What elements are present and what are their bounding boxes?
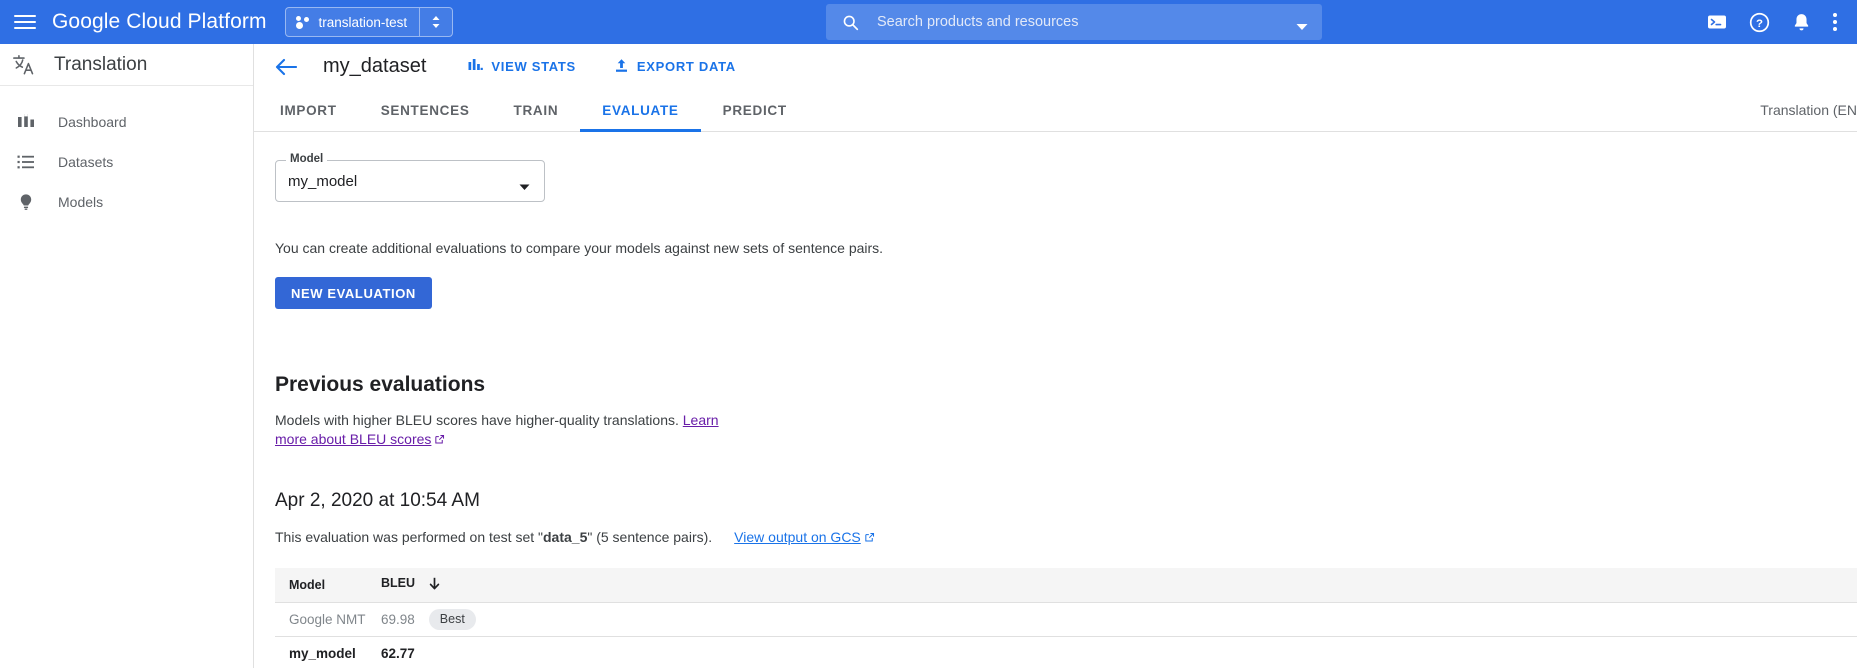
more-options-icon[interactable] <box>1833 13 1837 31</box>
tab-train[interactable]: TRAIN <box>492 89 581 131</box>
table-body: Google NMT 69.98 Best my_model 62.77 <box>275 602 1857 668</box>
gcp-brand-title: Google Cloud Platform <box>52 10 267 34</box>
sidebar-item-dashboard[interactable]: Dashboard <box>0 102 253 142</box>
external-link-icon <box>434 431 445 450</box>
evaluation-results-table: Model BLEU Google NMT 69.98 Bes <box>275 568 1857 668</box>
column-header-bleu[interactable]: BLEU <box>367 568 1857 602</box>
sidebar-item-datasets[interactable]: Datasets <box>0 142 253 182</box>
view-stats-label: VIEW STATS <box>491 59 576 74</box>
page-header: my_dataset VIEW STATS EXPORT DATA <box>254 44 1857 89</box>
export-data-button[interactable]: EXPORT DATA <box>614 58 736 76</box>
tab-sentences[interactable]: SENTENCES <box>359 89 492 131</box>
list-icon <box>14 153 38 171</box>
main-content: my_dataset VIEW STATS EXPORT DATA IMPORT… <box>254 44 1857 668</box>
search-bar[interactable]: Search products and resources <box>826 4 1322 40</box>
evaluation-note: This evaluation was performed on test se… <box>275 529 1857 546</box>
help-icon[interactable]: ? <box>1749 12 1770 33</box>
view-stats-button[interactable]: VIEW STATS <box>468 58 576 75</box>
evaluation-note-suffix: " (5 sentence pairs). <box>587 529 712 545</box>
project-switch-icon[interactable] <box>420 8 452 36</box>
tab-evaluate[interactable]: EVALUATE <box>580 89 700 131</box>
upload-icon <box>614 58 629 76</box>
evaluation-date: Apr 2, 2020 at 10:54 AM <box>275 490 1857 512</box>
sidebar-title: Translation <box>54 54 147 76</box>
cell-bleu: 62.77 <box>367 636 1857 668</box>
view-output-gcs-link[interactable]: View output on GCS <box>734 529 861 545</box>
sidebar-header: Translation <box>0 44 253 86</box>
hamburger-menu-icon[interactable] <box>12 12 38 32</box>
evaluate-description: You can create additional evaluations to… <box>275 240 1857 256</box>
bleu-explainer-text: Models with higher BLEU scores have high… <box>275 412 683 428</box>
evaluate-panel: Model my_model You can create additional… <box>254 132 1857 668</box>
new-evaluation-button[interactable]: NEW EVALUATION <box>275 277 432 309</box>
page-title: my_dataset <box>323 55 426 78</box>
model-select-value: my_model <box>288 173 357 190</box>
tab-bar: IMPORT SENTENCES TRAIN EVALUATE PREDICT … <box>254 89 1857 132</box>
previous-evaluations-title: Previous evaluations <box>275 373 1857 397</box>
translate-icon <box>12 52 36 78</box>
search-icon <box>842 14 859 31</box>
back-arrow-icon[interactable] <box>275 58 303 76</box>
notifications-icon[interactable] <box>1792 12 1811 33</box>
chevron-down-icon[interactable] <box>519 178 530 196</box>
export-data-label: EXPORT DATA <box>637 59 736 74</box>
project-selector[interactable]: translation-test <box>285 7 454 37</box>
tab-import[interactable]: IMPORT <box>258 89 359 131</box>
cell-bleu-value: 69.98 <box>381 612 415 627</box>
cell-bleu: 69.98 Best <box>367 602 1857 636</box>
cell-model: Google NMT <box>275 602 367 636</box>
sidebar-item-list: Dashboard Datasets <box>0 86 253 222</box>
search-placeholder-text: Search products and resources <box>877 14 1079 30</box>
evaluation-testset-name: data_5 <box>543 529 587 545</box>
project-selector-main[interactable]: translation-test <box>286 8 420 36</box>
arrow-down-icon[interactable] <box>429 577 440 593</box>
cloud-shell-icon[interactable] <box>1707 12 1727 32</box>
evaluation-note-prefix: This evaluation was performed on test se… <box>275 529 543 545</box>
column-header-bleu-label: BLEU <box>381 576 415 590</box>
project-name-label: translation-test <box>319 15 408 30</box>
lightbulb-icon <box>14 193 38 211</box>
sidebar-item-label: Datasets <box>58 154 113 170</box>
status-badge: Best <box>429 609 476 630</box>
search-dropdown-icon[interactable] <box>1296 18 1308 36</box>
translation-direction-label: Translation (EN <box>1760 89 1857 131</box>
sidebar-item-label: Models <box>58 194 103 210</box>
topbar-icon-group: ? <box>1707 0 1847 44</box>
external-link-icon <box>864 530 875 546</box>
model-select-label: Model <box>286 153 327 165</box>
top-app-bar: Google Cloud Platform translation-test S… <box>0 0 1857 44</box>
table-header-row: Model BLEU <box>275 568 1857 602</box>
sidebar-item-label: Dashboard <box>58 114 127 130</box>
svg-text:?: ? <box>1756 17 1763 29</box>
table-row[interactable]: my_model 62.77 <box>275 636 1857 668</box>
project-dots-icon <box>296 16 311 29</box>
cell-model: my_model <box>275 636 367 668</box>
sidebar: Translation Dashboard <box>0 44 254 668</box>
table-row[interactable]: Google NMT 69.98 Best <box>275 602 1857 636</box>
column-header-model[interactable]: Model <box>275 568 367 602</box>
bleu-explainer: Models with higher BLEU scores have high… <box>275 411 719 450</box>
table-head: Model BLEU <box>275 568 1857 602</box>
bar-chart-icon <box>468 58 483 75</box>
model-select[interactable]: Model my_model <box>275 160 545 202</box>
sidebar-item-models[interactable]: Models <box>0 182 253 222</box>
dashboard-icon <box>14 113 38 131</box>
tab-predict[interactable]: PREDICT <box>701 89 809 131</box>
